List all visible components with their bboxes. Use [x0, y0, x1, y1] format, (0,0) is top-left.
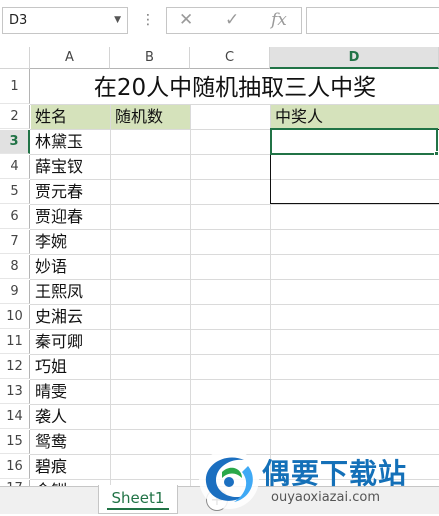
row-header-7[interactable]: 7	[0, 230, 30, 254]
header-name[interactable]: 姓名	[31, 105, 110, 129]
name-box-value: D3	[9, 13, 28, 28]
gridline	[30, 229, 439, 230]
gridline	[30, 204, 439, 205]
gridline	[30, 254, 439, 255]
gridline	[30, 279, 439, 280]
fill-handle[interactable]	[434, 151, 439, 156]
row-header-11[interactable]: 11	[0, 330, 30, 354]
enter-icon[interactable]: ✓	[225, 8, 239, 33]
name-cell[interactable]: 秦可卿	[31, 330, 83, 354]
row-header-5[interactable]: 5	[0, 180, 30, 204]
row-header-15[interactable]: 15	[0, 430, 30, 454]
gridline	[30, 379, 439, 380]
column-header-a[interactable]: A	[30, 47, 110, 69]
gridline	[30, 354, 439, 355]
name-cell[interactable]: 贾迎春	[31, 205, 83, 229]
row-header-13[interactable]: 13	[0, 380, 30, 404]
watermark-brand: 偶要下载站	[262, 457, 408, 490]
sheet-tab-sheet1[interactable]: Sheet1	[98, 485, 178, 514]
row-header-6[interactable]: 6	[0, 205, 30, 229]
cancel-icon[interactable]: ✕	[179, 8, 193, 33]
row-header-16[interactable]: 16	[0, 455, 30, 479]
column-header-b[interactable]: B	[110, 47, 190, 69]
more-options-icon[interactable]: ⋮	[141, 8, 155, 32]
watermark-url: ouyaoxiazai.com	[271, 490, 380, 505]
select-all-corner[interactable]	[0, 47, 30, 69]
row-header-4[interactable]: 4	[0, 155, 30, 179]
formula-controls: ✕ ✓ fx	[166, 7, 302, 34]
row-header-9[interactable]: 9	[0, 280, 30, 304]
sheet-title: 在20人中随机抽取三人中奖	[93, 75, 377, 101]
winner-cell[interactable]	[271, 180, 438, 204]
active-cell-d3[interactable]	[270, 128, 438, 155]
gridline	[30, 329, 439, 330]
gridline	[30, 404, 439, 405]
winner-cell[interactable]	[271, 155, 438, 179]
name-box[interactable]: D3 ▼	[2, 7, 128, 34]
row-header-10[interactable]: 10	[0, 305, 30, 329]
name-cell[interactable]: 史湘云	[31, 305, 83, 329]
row-header-1[interactable]: 1	[0, 69, 30, 104]
name-cell[interactable]: 巧姐	[31, 355, 67, 379]
name-cell[interactable]: 王熙凤	[31, 280, 83, 304]
name-cell[interactable]: 林黛玉	[31, 130, 83, 154]
row-header-14[interactable]: 14	[0, 405, 30, 429]
chevron-down-icon[interactable]: ▼	[114, 8, 121, 33]
column-header-c[interactable]: C	[190, 47, 270, 69]
name-cell[interactable]: 晴雯	[31, 380, 67, 404]
name-cell[interactable]: 李婉	[31, 230, 67, 254]
header-random[interactable]: 随机数	[111, 105, 190, 129]
row-header-2[interactable]: 2	[0, 105, 30, 129]
name-cell[interactable]: 鸳鸯	[31, 430, 67, 454]
row-header-12[interactable]: 12	[0, 355, 30, 379]
gridline	[30, 304, 439, 305]
name-cell[interactable]: 妙语	[31, 255, 67, 279]
name-cell[interactable]: 贾元春	[31, 180, 83, 204]
name-cell[interactable]: 袭人	[31, 405, 67, 429]
column-header-d[interactable]: D	[270, 47, 439, 69]
function-icon[interactable]: fx	[271, 8, 287, 33]
formula-input[interactable]	[306, 7, 439, 34]
watermark-logo-icon	[196, 446, 262, 512]
row-header-8[interactable]: 8	[0, 255, 30, 279]
name-cell[interactable]: 薛宝钗	[31, 155, 83, 179]
gridline	[30, 429, 439, 430]
row-header-3[interactable]: 3	[0, 130, 30, 154]
header-winner[interactable]: 中奖人	[271, 105, 439, 129]
name-cell[interactable]: 碧痕	[31, 455, 67, 479]
